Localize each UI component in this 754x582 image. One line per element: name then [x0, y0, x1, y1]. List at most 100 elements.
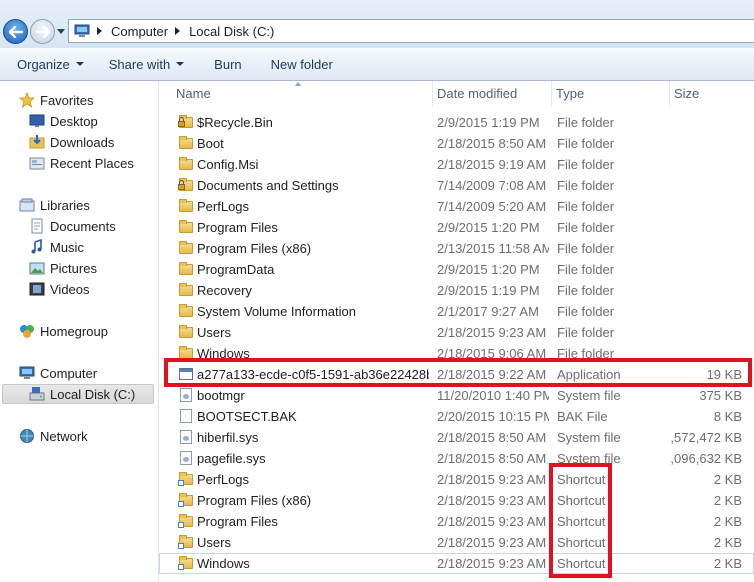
chevron-down-icon [75, 62, 84, 66]
file-row[interactable]: PerfLogs 7/14/2009 5:20 AM File folder [159, 196, 754, 217]
breadcrumb-separator[interactable] [175, 27, 181, 35]
burn-label: Burn [214, 56, 242, 72]
file-name: Program Files [197, 514, 278, 529]
pictures-icon [29, 260, 45, 276]
file-row[interactable]: Program Files (x86) 2/13/2015 11:58 AM Fil… [159, 238, 754, 259]
system-file-icon [178, 429, 194, 445]
music-icon [29, 238, 45, 255]
file-type: File folder [557, 346, 615, 361]
navigation-pane: Favorites Desktop Downloads Recent Place… [0, 81, 159, 582]
nav-documents-label: Documents [50, 218, 116, 234]
file-row[interactable]: Users 2/18/2015 9:23 AM Shortcut 2 KB [159, 532, 754, 553]
file-name: Config.Msi [197, 157, 259, 172]
breadcrumb-separator[interactable] [97, 27, 102, 35]
homegroup-icon [19, 323, 35, 339]
file-row[interactable]: Program Files 2/9/2015 1:20 PM File folder [159, 217, 754, 238]
network-icon [19, 428, 35, 444]
address-box[interactable]: Computer Local Disk (C:) [68, 19, 754, 43]
file-row[interactable]: Config.Msi 2/18/2015 9:19 AM File folder [159, 154, 754, 175]
file-row[interactable]: Program Files (x86) 2/18/2015 9:23 AM Shor… [159, 490, 754, 511]
nav-homegroup[interactable]: Homegroup [19, 321, 108, 341]
file-row[interactable]: System Volume Information 2/1/2017 9:27 A… [159, 301, 754, 322]
file-row[interactable]: hiberfil.sys 2/18/2015 8:50 AM System file… [159, 427, 754, 448]
column-header-date-modified[interactable]: Date modified [433, 81, 551, 106]
breadcrumb-local-disk[interactable]: Local Disk (C:) [189, 24, 274, 39]
nav-favorites[interactable]: Favorites [18, 90, 93, 110]
file-row[interactable]: pagefile.sys 2/18/2015 8:50 AM System file… [159, 448, 754, 469]
folder-icon [178, 345, 194, 361]
file-row[interactable]: Program Files 2/18/2015 9:23 AM Shortcut 2 … [159, 511, 754, 532]
folder-shortcut-icon [178, 534, 194, 550]
organize-button[interactable]: Organize [17, 57, 84, 72]
local-disk-icon [29, 386, 45, 402]
file-row[interactable]: Windows 2/18/2015 9:23 AM Shortcut 2 KB [159, 553, 754, 574]
nav-videos[interactable]: Videos [29, 279, 90, 299]
arrow-right-icon [35, 25, 50, 38]
file-date-modified: 2/9/2015 1:19 PM [437, 115, 540, 130]
file-date-modified: 2/18/2015 9:19 AM [437, 157, 547, 172]
nav-local-disk[interactable]: Local Disk (C:) [29, 384, 135, 404]
file-name: PerfLogs [197, 199, 250, 214]
nav-desktop[interactable]: Desktop [29, 111, 98, 131]
file-row[interactable]: ProgramData 2/9/2015 1:20 PM File folder [159, 259, 754, 280]
burn-button[interactable]: Burn [214, 57, 241, 72]
file-row[interactable]: bootmgr 11/20/2010 1:40 PM System file 375 … [159, 385, 754, 406]
nav-local-disk-label: Local Disk (C:) [50, 386, 136, 402]
nav-computer[interactable]: Computer [19, 363, 97, 383]
file-size: 2 KB [713, 556, 742, 571]
file-type: File folder [557, 304, 615, 319]
file-type: File folder [557, 157, 615, 172]
nav-homegroup-label: Homegroup [40, 323, 108, 339]
folder-shortcut-icon [178, 471, 194, 487]
file-row[interactable]: Recovery 2/9/2015 1:19 PM File folder [159, 280, 754, 301]
folder-lock-icon [178, 177, 194, 193]
nav-recent-places-label: Recent Places [50, 155, 134, 171]
organize-label: Organize [17, 56, 70, 72]
nav-pictures[interactable]: Pictures [29, 258, 97, 278]
file-date-modified: 2/1/2017 9:27 AM [437, 304, 539, 319]
nav-downloads[interactable]: Downloads [29, 132, 114, 152]
file-size [671, 343, 742, 364]
file-name: Users [197, 325, 231, 340]
file-date-modified: 7/14/2009 7:08 AM [437, 178, 547, 193]
file-size [671, 259, 742, 280]
back-button[interactable] [3, 19, 28, 44]
file-size [671, 154, 742, 175]
file-type: File folder [557, 241, 615, 256]
file-name: a277a133-ecde-c0f5-1591-ab36e22428bb.... [197, 367, 429, 382]
file-row[interactable]: Users 2/18/2015 9:23 AM File folder [159, 322, 754, 343]
column-header-name[interactable]: Name [172, 81, 432, 106]
nav-music[interactable]: Music [29, 237, 84, 257]
forward-button[interactable] [30, 19, 55, 44]
file-name: Program Files [197, 220, 278, 235]
column-header-type[interactable]: Type [552, 81, 669, 106]
file-row[interactable]: a277a133-ecde-c0f5-1591-ab36e22428bb....… [159, 364, 754, 385]
nav-network[interactable]: Network [19, 426, 88, 446]
share-with-button[interactable]: Share with [109, 57, 185, 72]
file-size: 2 KB [713, 493, 742, 508]
file-date-modified: 7/14/2009 5:20 AM [437, 199, 547, 214]
nav-libraries[interactable]: Libraries [19, 195, 90, 215]
new-folder-button[interactable]: New folder [271, 57, 333, 72]
breadcrumb-computer[interactable]: Computer [111, 24, 168, 39]
nav-computer-label: Computer [40, 365, 98, 381]
file-row[interactable]: Boot 2/18/2015 8:50 AM File folder [159, 133, 754, 154]
nav-recent-places[interactable]: Recent Places [29, 153, 134, 173]
nav-pictures-label: Pictures [50, 260, 97, 276]
star-icon [18, 91, 36, 108]
file-row[interactable]: Windows 2/18/2015 9:06 AM File folder [159, 343, 754, 364]
file-size: 2 KB [713, 535, 742, 550]
system-file-icon [178, 450, 194, 466]
file-date-modified: 2/18/2015 8:50 AM [437, 451, 547, 466]
file-row[interactable]: PerfLogs 2/18/2015 9:23 AM Shortcut 2 KB [159, 469, 754, 490]
file-size: 1,572,472 KB [671, 430, 742, 445]
file-row[interactable]: $Recycle.Bin 2/9/2015 1:19 PM File folder [159, 112, 754, 133]
column-header-size[interactable]: Size [670, 81, 754, 106]
file-row[interactable]: BOOTSECT.BAK 2/20/2015 10:15 PM BAK File 8 … [159, 406, 754, 427]
file-row[interactable]: Documents and Settings 7/14/2009 7:08 AM F… [159, 175, 754, 196]
documents-icon [29, 218, 45, 234]
nav-documents[interactable]: Documents [29, 216, 116, 236]
desktop-icon [29, 113, 45, 129]
file-type: File folder [557, 220, 615, 235]
recent-pages-dropdown[interactable] [57, 29, 65, 34]
